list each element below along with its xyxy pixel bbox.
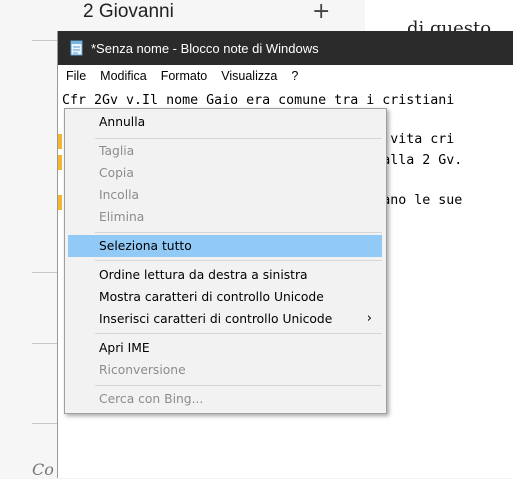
menu-separator: [95, 260, 382, 261]
menu-help[interactable]: ?: [284, 69, 305, 83]
background-footer-text: Co: [32, 460, 54, 479]
menu-item-inserisci-caratteri[interactable]: Inserisci caratteri di controllo Unicode…: [68, 308, 382, 330]
menu-item-apri-ime[interactable]: Apri IME: [68, 337, 382, 359]
submenu-arrow-icon: ›: [366, 311, 372, 326]
menu-file[interactable]: File: [58, 69, 93, 83]
divider: [32, 272, 58, 273]
menu-visualizza[interactable]: Visualizza: [214, 69, 284, 83]
expand-plus-icon[interactable]: +: [312, 0, 330, 24]
menu-separator: [95, 232, 382, 233]
menu-separator: [95, 138, 382, 139]
menu-item-cerca-bing[interactable]: Cerca con Bing...: [68, 388, 382, 410]
divider: [32, 423, 58, 424]
context-menu: Annulla Taglia Copia Incolla Elimina Sel…: [64, 108, 387, 414]
background-title: 2 Giovanni: [83, 1, 174, 22]
selection-marker: [58, 195, 62, 210]
divider: [32, 343, 58, 344]
menu-item-label: Inserisci caratteri di controllo Unicode: [99, 312, 333, 326]
title-bar[interactable]: *Senza nome - Blocco note di Windows: [58, 31, 513, 65]
editor-line: Cfr 2Gv v.Il nome Gaio era comune tra i …: [62, 93, 455, 108]
menu-item-seleziona-tutto[interactable]: Seleziona tutto: [68, 235, 382, 257]
menu-item-mostra-caratteri[interactable]: Mostra caratteri di controllo Unicode: [68, 286, 382, 308]
divider: [32, 40, 58, 41]
selection-marker: [58, 134, 62, 149]
menu-separator: [95, 333, 382, 334]
menu-item-taglia[interactable]: Taglia: [68, 140, 382, 162]
menu-item-riconversione[interactable]: Riconversione: [68, 359, 382, 381]
menu-bar: File Modifica Formato Visualizza ?: [58, 65, 513, 87]
menu-item-annulla[interactable]: Annulla: [68, 111, 382, 133]
selection-marker: [58, 155, 62, 170]
window-title: *Senza nome - Blocco note di Windows: [91, 40, 319, 56]
notepad-icon: [69, 40, 85, 56]
menu-item-elimina[interactable]: Elimina: [68, 206, 382, 228]
menu-modifica[interactable]: Modifica: [93, 69, 154, 83]
menu-item-copia[interactable]: Copia: [68, 162, 382, 184]
menu-item-incolla[interactable]: Incolla: [68, 184, 382, 206]
menu-item-ordine-lettura[interactable]: Ordine lettura da destra a sinistra: [68, 264, 382, 286]
menu-separator: [95, 385, 382, 386]
menu-formato[interactable]: Formato: [154, 69, 215, 83]
